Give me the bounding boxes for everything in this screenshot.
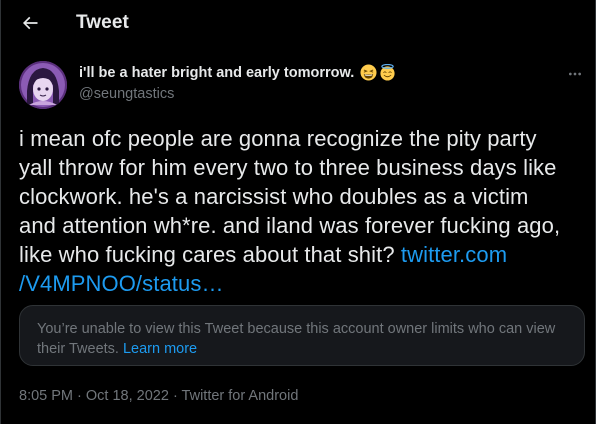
tweet-text-line: like who fucking cares about that shit? <box>19 242 401 267</box>
more-horizontal-icon <box>569 72 581 76</box>
page-title: Tweet <box>76 12 129 33</box>
tweet-text-line: yall throw for him every two to three bu… <box>19 155 557 180</box>
tweet-date[interactable]: Oct 18, 2022 <box>86 388 169 404</box>
author-name-row: i'll be a hater bright and early tomorro… <box>79 64 396 81</box>
tweet-time[interactable]: 8:05 PM <box>19 388 73 404</box>
tweet-text-line: clockwork. he's a narcissist who doubles… <box>19 184 529 209</box>
smiling-face-with-halo-emoji <box>380 64 395 81</box>
tweet-text-line-with-link: like who fucking cares about that shit? … <box>19 240 579 269</box>
grinning-squinting-face-emoji <box>360 64 377 81</box>
user-avatar <box>19 61 67 109</box>
author-display-name[interactable]: i'll be a hater bright and early tomorro… <box>79 65 354 81</box>
tweet-metadata: 8:05 PM · Oct 18, 2022 · Twitter for And… <box>19 388 298 404</box>
tweet-source[interactable]: Twitter for Android <box>182 388 299 404</box>
tweet-text-line: and attention wh*re. and iland was forev… <box>19 213 561 238</box>
learn-more-link[interactable]: Learn more <box>123 341 197 357</box>
tweet-link-continued[interactable]: /V4MPNOO/status… <box>19 271 224 296</box>
page-header: Tweet <box>1 0 595 46</box>
tweet-link[interactable]: twitter.com <box>401 242 507 267</box>
back-arrow-icon <box>22 16 38 30</box>
avatar[interactable] <box>19 61 67 109</box>
meta-separator: · <box>73 388 86 404</box>
back-button[interactable] <box>14 7 46 39</box>
unavailable-quote-notice: You’re unable to view this Tweet because… <box>19 305 585 366</box>
tweet-text-line: i mean ofc people are gonna recognize th… <box>19 126 537 151</box>
tweet-page: Tweet i'll be a hater bright and early t… <box>0 0 596 424</box>
notice-text: You’re unable to view this Tweet because… <box>37 321 556 357</box>
meta-separator: · <box>168 388 182 404</box>
tweet-text: i mean ofc people are gonna recognize th… <box>19 124 579 298</box>
more-options-button[interactable] <box>560 62 590 86</box>
author-handle[interactable]: @seungtastics <box>79 86 174 102</box>
